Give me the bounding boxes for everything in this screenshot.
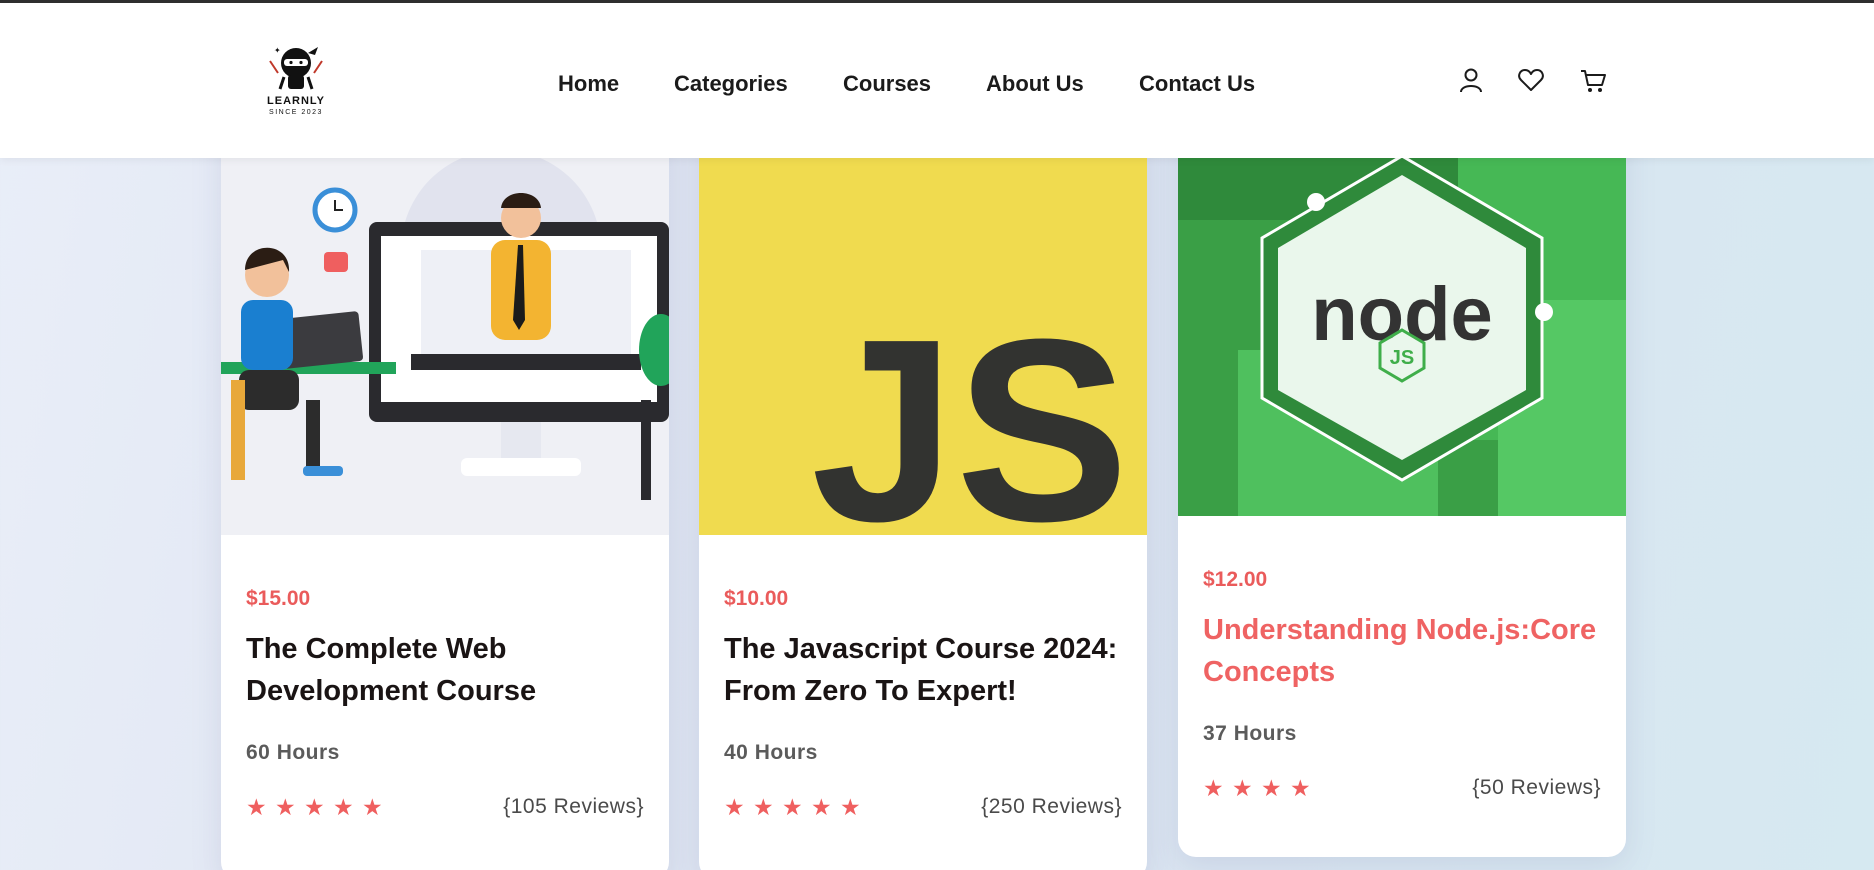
star-icon: ★: [362, 794, 383, 820]
star-icon: ★: [1261, 775, 1282, 801]
course-price: $10.00: [724, 587, 789, 610]
course-price: $15.00: [246, 587, 311, 610]
course-image-nodejs: node JS: [1178, 100, 1626, 516]
nav-categories[interactable]: Categories: [674, 71, 788, 97]
site-header: ✦ LEARNLY SINCE 2023 Home Categories Cou…: [0, 0, 1874, 158]
star-icon: ★: [811, 794, 832, 820]
heart-icon[interactable]: [1516, 65, 1546, 95]
course-hours: 40 Hours: [724, 741, 818, 764]
nav-home[interactable]: Home: [558, 71, 619, 97]
course-hours: 37 Hours: [1203, 722, 1297, 745]
rating-stars: ★ ★ ★ ★ ★: [246, 794, 396, 820]
brand-name: LEARNLY: [267, 95, 325, 107]
course-reviews: {50 Reviews}: [1472, 776, 1601, 799]
user-icon[interactable]: [1456, 65, 1486, 95]
rating-stars: ★ ★ ★ ★: [1203, 775, 1323, 801]
course-title[interactable]: The Javascript Course 2024: From Zero To…: [724, 628, 1124, 712]
course-card[interactable]: $15.00 The Complete Web Development Cour…: [221, 100, 669, 870]
node-logo-text: node: [1311, 272, 1493, 357]
node-js-badge: JS: [1390, 347, 1414, 369]
js-logo-text: JS: [811, 286, 1129, 535]
course-reviews: {250 Reviews}: [981, 795, 1122, 818]
brand-tagline: SINCE 2023: [269, 109, 323, 116]
learnly-logo[interactable]: ✦ LEARNLY SINCE 2023: [258, 39, 334, 121]
nav-about-us[interactable]: About Us: [986, 71, 1084, 97]
star-icon: ★: [1290, 775, 1311, 801]
nav-contact-us[interactable]: Contact Us: [1139, 71, 1255, 97]
star-icon: ★: [1203, 775, 1224, 801]
star-icon: ★: [753, 794, 774, 820]
course-hours: 60 Hours: [246, 741, 340, 764]
course-card[interactable]: node JS $12.00 Understanding Node.js:Cor…: [1178, 100, 1626, 857]
nav-courses[interactable]: Courses: [843, 71, 931, 97]
course-price: $12.00: [1203, 568, 1268, 591]
course-title[interactable]: The Complete Web Development Course: [246, 628, 646, 712]
star-icon: ★: [724, 794, 745, 820]
star-icon: ★: [246, 794, 267, 820]
course-reviews: {105 Reviews}: [503, 795, 644, 818]
star-icon: ★: [840, 794, 861, 820]
svg-text:✦: ✦: [274, 46, 281, 55]
star-icon: ★: [333, 794, 354, 820]
star-icon: ★: [782, 794, 803, 820]
ninja-mascot-icon: ✦: [269, 46, 323, 90]
course-card[interactable]: JS $10.00 The Javascript Course 2024: Fr…: [699, 100, 1147, 870]
course-image-web-development: [221, 100, 669, 535]
cart-icon[interactable]: [1578, 65, 1608, 95]
course-image-javascript: JS: [699, 100, 1147, 535]
star-icon: ★: [304, 794, 325, 820]
rating-stars: ★ ★ ★ ★ ★: [724, 794, 874, 820]
star-icon: ★: [1232, 775, 1253, 801]
course-title[interactable]: Understanding Node.js:Core Concepts: [1203, 609, 1603, 693]
star-icon: ★: [275, 794, 296, 820]
